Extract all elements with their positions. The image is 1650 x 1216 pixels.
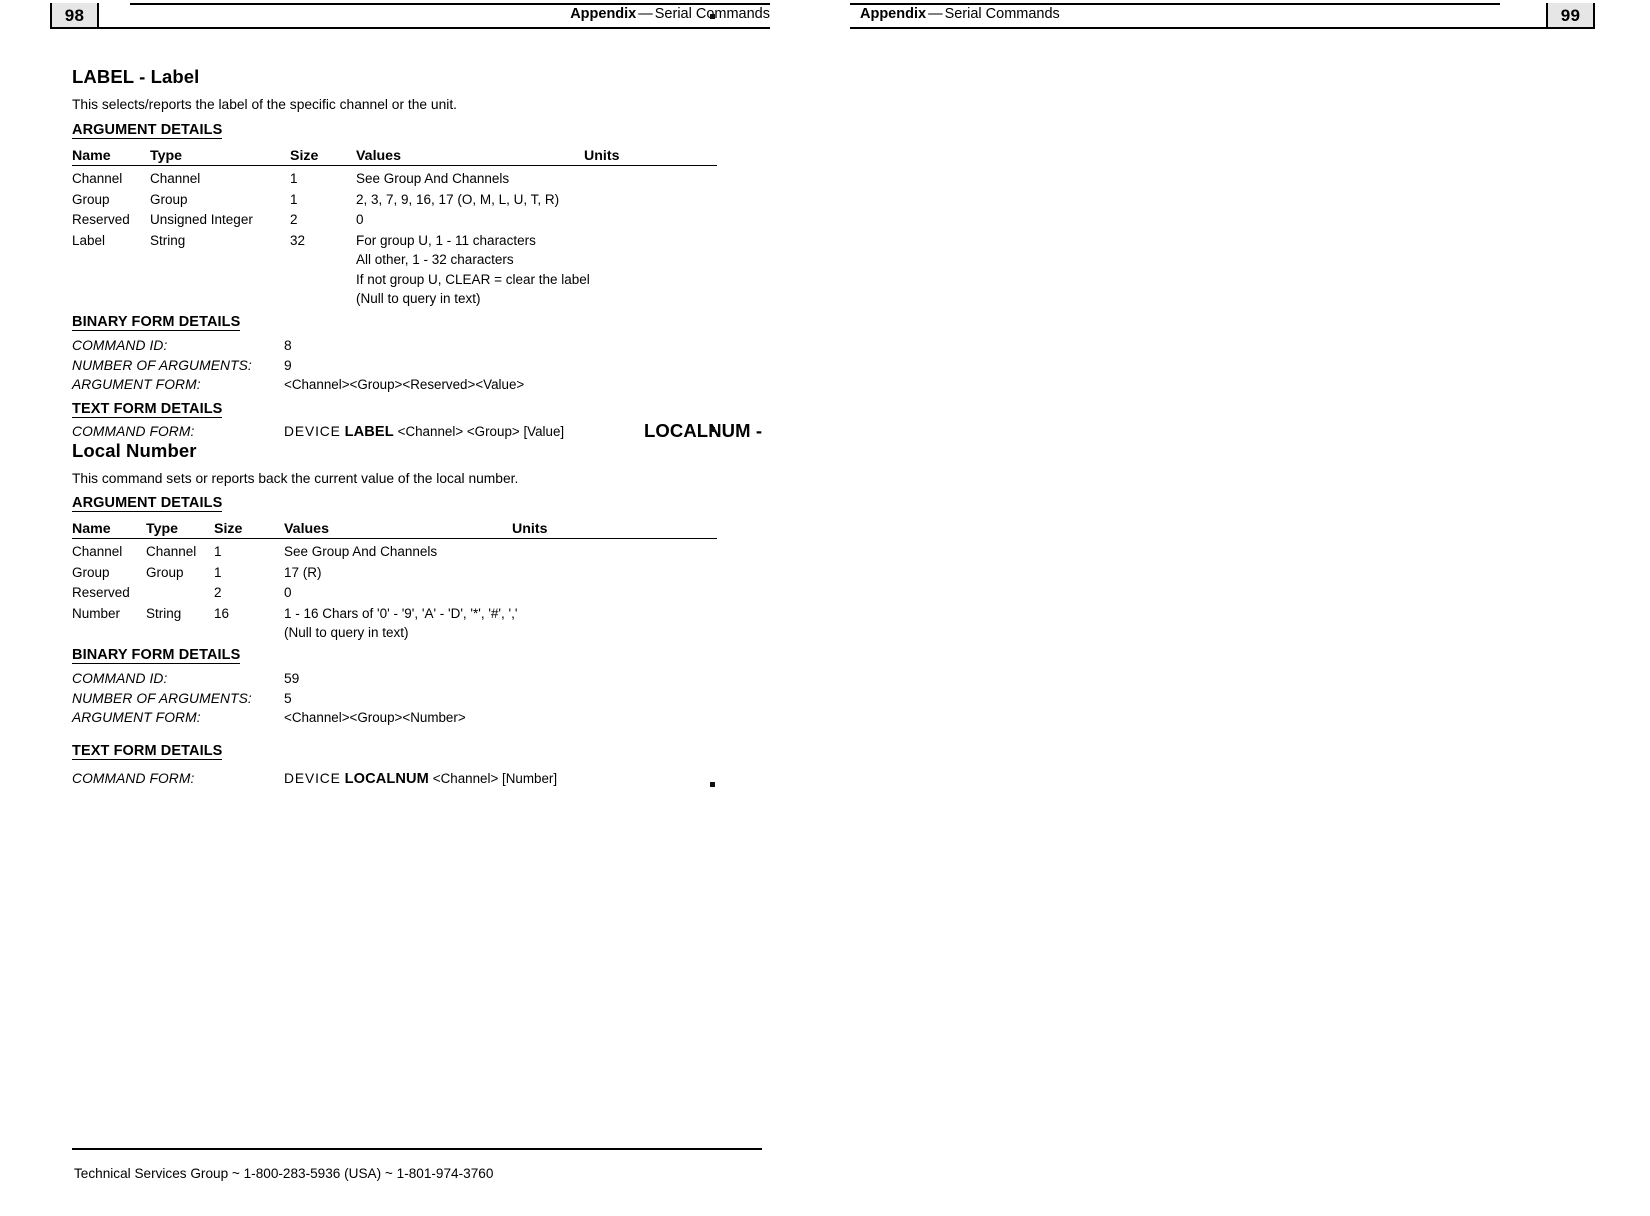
col-units: Units bbox=[512, 521, 548, 537]
page-header-right: 99 Appendix — Serial Commands bbox=[850, 0, 1595, 34]
localnum-argument-table: Name Type Size Values Units Channel Chan… bbox=[72, 521, 717, 643]
col-name: Name bbox=[72, 521, 111, 537]
localnum-argument-details-heading: ARGUMENT DETAILS bbox=[72, 495, 223, 512]
values-cell: 1 - 16 Chars of '0' - '9', 'A' - 'D', '*… bbox=[284, 605, 518, 641]
table: Name Type Size Values Units Channel Chan… bbox=[72, 148, 717, 309]
page-number: 98 bbox=[50, 3, 99, 28]
table: Name Type Size Values Units Channel Chan… bbox=[72, 521, 717, 643]
header-title-bold: Appendix bbox=[860, 6, 927, 22]
scan-speck bbox=[710, 782, 715, 787]
localnum-text-details: COMMAND FORM: DEVICE LOCALNUM <Channel> … bbox=[72, 769, 557, 790]
table-row: Reserved Unsigned Integer 2 0 bbox=[72, 212, 364, 227]
footer-text: Technical Services Group ~ 1-800-283-593… bbox=[74, 1166, 494, 1181]
page-header-left: 98 Appendix — Serial Commands bbox=[50, 0, 770, 34]
label-argument-table: Name Type Size Values Units Channel Chan… bbox=[72, 148, 717, 309]
command-form-value: DEVICE LABEL <Channel> <Group> [Value] bbox=[284, 424, 565, 440]
header-title: Appendix — Serial Commands bbox=[570, 4, 770, 25]
page-spread: 98 Appendix — Serial Commands LABEL - Labe… bbox=[0, 0, 1650, 1216]
scan-speck bbox=[710, 14, 715, 19]
label-argument-details-heading: ARGUMENT DETAILS bbox=[72, 122, 223, 139]
header-title-sub: Serial Commands bbox=[944, 6, 1060, 22]
page-98: 98 Appendix — Serial Commands LABEL - Labe… bbox=[0, 0, 825, 1216]
label-binary-details: COMMAND ID: 8 NUMBER OF ARGUMENTS: 9 ARG… bbox=[72, 336, 524, 395]
col-name: Name bbox=[72, 148, 111, 164]
localnum-text-heading: TEXT FORM DETAILS bbox=[72, 743, 223, 760]
col-size: Size bbox=[290, 148, 319, 164]
page-number: 99 bbox=[1546, 3, 1595, 28]
col-values: Values bbox=[356, 148, 401, 164]
label-binary-heading: BINARY FORM DETAILS bbox=[72, 314, 241, 331]
label-text-heading: TEXT FORM DETAILS bbox=[72, 401, 223, 418]
section-localnum-intro: This command sets or reports back the cu… bbox=[72, 471, 519, 486]
header-dash: — bbox=[928, 6, 943, 22]
section-label-title: LABEL - Label bbox=[72, 66, 200, 87]
col-type: Type bbox=[146, 521, 179, 537]
table-row: Channel Channel 1 See Group And Channels bbox=[72, 544, 438, 559]
argument-form-row: ARGUMENT FORM: <Channel><Group><Reserved… bbox=[72, 377, 525, 392]
command-form-row: COMMAND FORM: DEVICE LOCALNUM <Channel> … bbox=[72, 769, 557, 790]
header-rule bbox=[850, 27, 1595, 29]
page-99: 99 Appendix—Serial Commands LVL - Level … bbox=[825, 0, 1650, 1216]
scan-speck bbox=[710, 427, 715, 432]
table-row: Reserved 2 0 bbox=[72, 585, 292, 600]
argument-form-row: ARGUMENT FORM: <Channel><Group><Number> bbox=[72, 710, 466, 725]
header-title: Appendix — Serial Commands bbox=[860, 4, 1060, 25]
table-row: Channel Channel 1 See Group And Channels bbox=[72, 171, 510, 186]
header-dash: — bbox=[638, 6, 653, 22]
command-form-value: DEVICE LOCALNUM <Channel> [Number] bbox=[284, 771, 558, 787]
table-row: Number String 16 1 - 16 Chars of '0' - '… bbox=[72, 603, 717, 643]
header-title-bold: Appendix bbox=[570, 6, 637, 22]
localnum-binary-details: COMMAND ID: 59 NUMBER OF ARGUMENTS: 5 AR… bbox=[72, 669, 466, 728]
table-header-row: Name Type Size Values Units bbox=[72, 521, 717, 539]
number-of-arguments-row: NUMBER OF ARGUMENTS: 9 bbox=[72, 357, 292, 373]
header-rule bbox=[50, 27, 770, 29]
section-label-intro: This selects/reports the label of the sp… bbox=[72, 97, 457, 112]
col-size: Size bbox=[214, 521, 243, 537]
col-type: Type bbox=[150, 148, 183, 164]
footer-rule bbox=[72, 1148, 762, 1150]
command-id-row: COMMAND ID: 8 bbox=[72, 338, 292, 353]
table-row: Label String 32 For group U, 1 - 11 char… bbox=[72, 230, 717, 309]
table-row: Group Group 1 17 (R) bbox=[72, 564, 322, 580]
table-header-row: Name Type Size Values Units bbox=[72, 148, 717, 166]
command-id-row: COMMAND ID: 59 bbox=[72, 671, 300, 686]
localnum-binary-heading: BINARY FORM DETAILS bbox=[72, 647, 241, 664]
section-localnum-title-line1: LOCALNUM - bbox=[644, 420, 763, 441]
values-cell: For group U, 1 - 11 characters All other… bbox=[356, 232, 590, 307]
number-of-arguments-row: NUMBER OF ARGUMENTS: 5 bbox=[72, 690, 292, 706]
col-values: Values bbox=[284, 521, 329, 537]
page-footer-left: Technical Services Group ~ 1-800-283-593… bbox=[72, 1126, 762, 1216]
col-units: Units bbox=[584, 148, 620, 164]
table-row: Group Group 1 2, 3, 7, 9, 16, 17 (O, M, … bbox=[72, 191, 560, 207]
section-localnum-title-line2: Local Number bbox=[72, 440, 197, 461]
